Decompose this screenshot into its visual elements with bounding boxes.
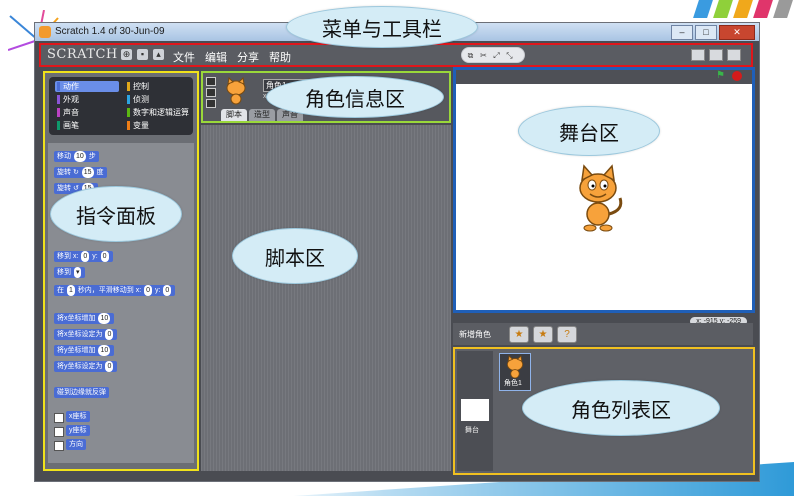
go-to-xy-block[interactable]: 移到 x: 0 y: 0 — [54, 251, 113, 262]
category-button-2[interactable]: 外观 — [55, 94, 119, 105]
category-button-0[interactable]: 动作 — [55, 81, 119, 92]
callout-sprite-info: 角色信息区 — [266, 76, 444, 118]
callout-scripts: 脚本区 — [232, 228, 358, 284]
random-sprite-icon[interactable]: ? — [557, 326, 577, 343]
menu-share[interactable]: 分享 — [237, 49, 259, 65]
small-stage-icon[interactable] — [691, 49, 705, 61]
no-rotate-icon[interactable] — [206, 99, 216, 108]
callout-palette: 指令面板 — [50, 186, 182, 242]
new-sprite-label: 新增角色 — [459, 330, 491, 339]
category-button-1[interactable]: 控制 — [125, 81, 189, 92]
category-button-6[interactable]: 画笔 — [55, 120, 119, 131]
scratch-cat-icon — [506, 355, 524, 379]
window-title: Scratch 1.4 of 30-Jun-09 — [55, 26, 165, 37]
callout-menu-toolbar: 菜单与工具栏 — [286, 6, 478, 48]
stage-selector[interactable]: 舞台 — [457, 351, 493, 471]
globe-icon[interactable]: ⊕ — [121, 49, 132, 60]
tab-scripts[interactable]: 脚本 — [221, 109, 247, 121]
x-position-checkbox[interactable] — [54, 413, 64, 423]
maximize-button[interactable]: □ — [695, 25, 717, 40]
callout-sprite-list: 角色列表区 — [522, 380, 720, 436]
category-button-4[interactable]: 声音 — [55, 107, 119, 118]
tab-costumes[interactable]: 造型 — [249, 109, 275, 121]
move-steps-block[interactable]: 移动 10 步 — [54, 151, 99, 162]
menu-items: 文件 编辑 分享 帮助 — [173, 49, 291, 65]
new-sprite-bar: 新增角色 ★ ★ ? — [453, 323, 753, 345]
sprite-thumbnail[interactable]: 角色1 — [499, 353, 531, 391]
minimize-button[interactable]: – — [671, 25, 693, 40]
share-icon[interactable]: ▴ — [153, 49, 164, 60]
direction-checkbox[interactable] — [54, 441, 64, 451]
stage-header: ⚑ — [456, 70, 752, 84]
category-selector: 动作 控制 外观 侦测 声音 数字和逻辑运算 画笔 变量 — [49, 77, 193, 135]
window-controls: – □ ✕ — [671, 25, 755, 40]
go-to-block[interactable]: 移到 ▾ — [54, 267, 86, 278]
y-position-reporter[interactable]: y座标 — [66, 425, 90, 436]
bounce-block[interactable]: 碰到边缘就反弹 — [54, 387, 109, 398]
turn-right-block[interactable]: 旋转 ↻ 15 度 — [54, 167, 107, 178]
save-icon[interactable]: ▪ — [137, 49, 148, 60]
paint-sprite-icon[interactable]: ★ — [509, 326, 529, 343]
left-right-icon[interactable] — [206, 88, 216, 97]
stage-label: 舞台 — [465, 427, 479, 434]
stage-tools: ⧉ ✂ ⤢ ⤡ — [461, 47, 525, 63]
stop-icon[interactable] — [732, 71, 742, 81]
category-button-3[interactable]: 侦测 — [125, 94, 189, 105]
x-position-reporter[interactable]: x座标 — [66, 411, 90, 422]
category-button-5[interactable]: 数字和逻辑运算 — [125, 107, 189, 118]
set-x-block[interactable]: 将x坐标设定为 0 — [54, 329, 118, 340]
sprite-thumbnail-label: 角色1 — [504, 380, 522, 387]
change-y-block[interactable]: 将y坐标增加 10 — [54, 345, 115, 356]
scratch-cat-icon — [226, 77, 246, 105]
menu-help[interactable]: 帮助 — [269, 49, 291, 65]
duplicate-tool-icon[interactable]: ⧉ — [465, 51, 476, 60]
view-mode-buttons — [691, 49, 741, 61]
category-button-7[interactable]: 变量 — [125, 120, 189, 131]
import-sprite-icon[interactable]: ★ — [533, 326, 553, 343]
set-y-block[interactable]: 将y坐标设定为 0 — [54, 361, 118, 372]
delete-tool-icon[interactable]: ✂ — [478, 51, 489, 60]
rotation-style-buttons — [206, 77, 216, 110]
close-button[interactable]: ✕ — [719, 25, 755, 40]
rotate-all-icon[interactable] — [206, 77, 216, 86]
blocks-palette: 动作 控制 外观 侦测 声音 数字和逻辑运算 画笔 变量 移动 10 步 旋转 ↻ 15 度 … — [43, 71, 199, 471]
green-flag-icon[interactable]: ⚑ — [716, 71, 726, 81]
menu-file[interactable]: 文件 — [173, 49, 195, 65]
normal-stage-icon[interactable] — [709, 49, 723, 61]
y-position-checkbox[interactable] — [54, 427, 64, 437]
stage-thumbnail — [461, 399, 489, 421]
stage-area[interactable]: ⚑ — [453, 67, 755, 313]
direction-reporter[interactable]: 方向 — [66, 439, 86, 450]
callout-stage: 舞台区 — [518, 106, 660, 156]
scratch-cat-sprite — [579, 164, 623, 232]
scripts-area[interactable] — [201, 125, 451, 471]
change-x-block[interactable]: 将x坐标增加 10 — [54, 313, 115, 324]
presentation-mode-icon[interactable] — [727, 49, 741, 61]
menu-edit[interactable]: 编辑 — [205, 49, 227, 65]
scratch-logo: SCRATCH — [47, 47, 118, 62]
scratch-app-icon — [39, 26, 51, 38]
shrink-tool-icon[interactable]: ⤡ — [504, 51, 515, 60]
glide-block[interactable]: 在 1 秒内，平滑移动到 x: 0 y: 0 — [54, 285, 176, 296]
toolbar-icons: ⊕ ▪ ▴ — [121, 49, 164, 60]
decorative-color-bars — [693, 0, 793, 20]
grow-tool-icon[interactable]: ⤢ — [491, 51, 502, 60]
